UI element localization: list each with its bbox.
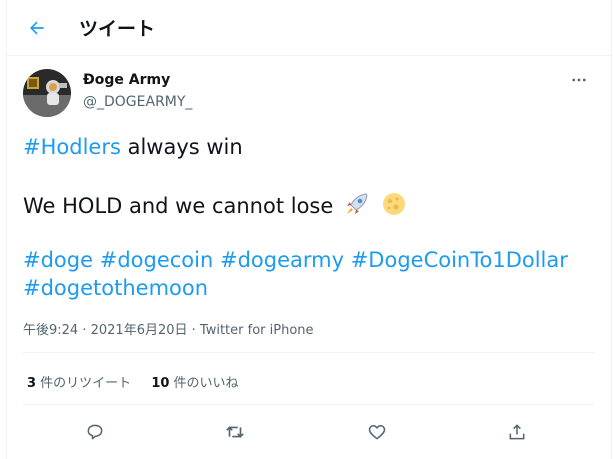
retweets-stat[interactable]: 3 件のリツイート (27, 376, 131, 391)
retweets-label: 件のリツイート (36, 376, 132, 391)
reply-button[interactable] (79, 416, 111, 448)
hashtag-link[interactable]: #DogeCoinTo1Dollar (351, 248, 568, 272)
reply-icon (87, 424, 103, 440)
engagement-stats: 3 件のリツイート 10 件のいいね (27, 372, 255, 391)
retweet-button[interactable] (219, 416, 251, 448)
tweet-text-line-2: We HOLD and we cannot lose (23, 191, 407, 218)
back-button[interactable] (21, 12, 53, 44)
likes-stat[interactable]: 10 件のいいね (151, 376, 238, 391)
page-title: ツイート (79, 18, 156, 40)
hashtag-link[interactable]: #dogetothemoon (23, 276, 208, 300)
avatar[interactable] (23, 69, 71, 117)
user-handle[interactable]: @_DOGEARMY_ (83, 94, 192, 110)
tweet-text: always win (120, 135, 243, 159)
display-name[interactable]: Đoge Army (83, 72, 170, 88)
hashtag-link[interactable]: #Hodlers (23, 135, 121, 159)
moon-icon (382, 193, 405, 215)
tweet-text: We HOLD and we cannot lose (23, 194, 340, 218)
likes-count: 10 (151, 376, 170, 391)
tweet-date[interactable]: 2021年6月20日 (91, 323, 188, 338)
like-button[interactable] (361, 416, 393, 448)
divider (23, 404, 595, 405)
tweet-metadata: 午後9:24 · 2021年6月20日 · Twitter for iPhone (23, 319, 314, 338)
tweet-text-line-1: #Hodlers always win (23, 135, 243, 159)
hashtag-line-2: #dogetothemoon (23, 276, 208, 300)
heart-icon (368, 425, 386, 440)
share-icon (509, 424, 525, 440)
hashtag-link[interactable]: #doge (23, 248, 93, 272)
tweet-source[interactable]: Twitter for iPhone (200, 323, 314, 338)
page-header: ツイート (7, 0, 611, 56)
rocket-icon (346, 193, 368, 214)
hashtag-link[interactable]: #dogearmy (220, 248, 344, 272)
avatar-image (23, 69, 71, 117)
tweet-time[interactable]: 午後9:24 (23, 323, 78, 338)
separator: · (187, 323, 200, 338)
retweet-icon (226, 426, 244, 438)
hashtag-link[interactable]: #dogecoin (100, 248, 214, 272)
separator: · (78, 323, 91, 338)
back-arrow-icon (30, 21, 44, 35)
tweet-panel: ツイート Đoge Army @_DOGEARMY_ #Hodlers alwa… (6, 0, 612, 459)
more-button[interactable] (567, 68, 591, 92)
likes-label: 件のいいね (169, 376, 239, 391)
more-dots-icon (572, 78, 586, 82)
retweets-count: 3 (27, 376, 37, 391)
divider (23, 352, 595, 353)
share-button[interactable] (501, 416, 533, 448)
hashtag-line-1: #doge #dogecoin #dogearmy #DogeCoinTo1Do… (23, 248, 568, 272)
